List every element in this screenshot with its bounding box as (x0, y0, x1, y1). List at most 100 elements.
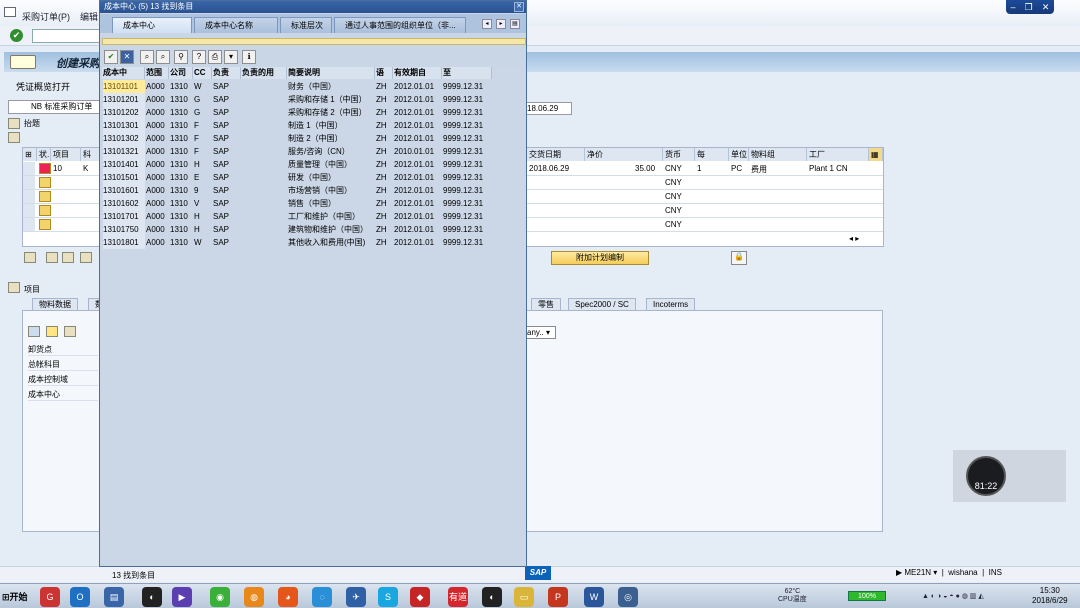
valid-to[interactable]: 9999.12.31 (443, 197, 492, 210)
insert-icon[interactable] (62, 252, 74, 263)
row-selector[interactable] (23, 162, 35, 175)
command-field[interactable] (32, 29, 102, 43)
table-row[interactable]: 13101401 A000 1310 H SAP 质量管理（中国） ZH 2012.01.01… (102, 158, 492, 171)
cc[interactable]: H (194, 223, 212, 236)
tab-scroll-left-icon[interactable]: ◂ (482, 19, 492, 29)
valid-from[interactable]: 2012.01.01 (394, 223, 442, 236)
responsible[interactable]: SAP (213, 80, 241, 93)
distribution-dropdown[interactable]: any.. ▾ (524, 326, 556, 339)
screen-recorder-widget[interactable]: 81:22 (953, 450, 1066, 502)
valid-from[interactable]: 2012.01.01 (394, 171, 442, 184)
price-unit[interactable]: 1 (697, 164, 701, 173)
company[interactable]: 1310 (170, 236, 193, 249)
tab-org-unit[interactable]: 通过人事范围的组织单位（非... (334, 17, 466, 33)
valid-to[interactable]: 9999.12.31 (443, 119, 492, 132)
media-player-icon[interactable]: ▶ (172, 587, 192, 607)
lock-icon[interactable]: 🔒 (731, 251, 747, 265)
restore-icon[interactable]: ❐ (1025, 2, 1033, 13)
plant[interactable]: Plant 1 CN (809, 164, 848, 173)
cost-center-id[interactable]: 13101501 (103, 171, 145, 184)
column-header-currency[interactable]: 货币 (663, 148, 695, 161)
description[interactable]: 研发（中国） (288, 171, 375, 184)
valid-from[interactable]: 2012.01.01 (394, 197, 442, 210)
language[interactable]: ZH (376, 106, 393, 119)
system-clock[interactable]: 15:30 2018/6/29 (1032, 586, 1068, 606)
description[interactable]: 财务（中国） (288, 80, 375, 93)
powerpoint-icon[interactable]: P (548, 587, 568, 607)
table-row[interactable]: 13101602 A000 1310 V SAP 销售（中国） ZH 2012.01.01 99… (102, 197, 492, 210)
language[interactable]: ZH (376, 158, 393, 171)
company[interactable]: 1310 (170, 93, 193, 106)
valid-from[interactable]: 2012.01.01 (394, 80, 442, 93)
col-valid-from[interactable]: 有效期自 (393, 67, 442, 79)
additional-planning-button[interactable]: 附加计划编制 (551, 251, 649, 265)
cc[interactable]: F (194, 145, 212, 158)
company[interactable]: 1310 (170, 171, 193, 184)
col-company[interactable]: 公司 (169, 67, 193, 79)
col-responsible-user[interactable]: 负责的用 (241, 67, 287, 79)
sap-logon-icon[interactable]: ▤ (104, 587, 124, 607)
firefox-icon[interactable]: ◕ (278, 587, 298, 607)
area[interactable]: A000 (146, 158, 169, 171)
valid-to[interactable]: 9999.12.31 (443, 223, 492, 236)
table-row[interactable]: 13101321 A000 1310 F SAP 服务/咨询（CN） ZH 2010.01.0… (102, 145, 492, 158)
column-header-delivery-date[interactable]: 交货日期 (527, 148, 585, 161)
browser-icon[interactable]: ◌ (312, 587, 332, 607)
currency[interactable]: CNY (665, 164, 682, 173)
company[interactable]: 1310 (170, 158, 193, 171)
menu-purchase-order[interactable]: 采购订单(P) (22, 10, 70, 23)
cost-center-id[interactable]: 13101401 (103, 158, 145, 171)
status-transaction[interactable]: ME21N (904, 568, 931, 577)
find-icon[interactable]: ⌕ (140, 50, 154, 64)
cost-center-id[interactable]: 13101801 (103, 236, 145, 249)
valid-from[interactable]: 2012.01.01 (394, 236, 442, 249)
cost-center-id[interactable]: 13101321 (103, 145, 145, 158)
row-selector[interactable] (23, 218, 35, 231)
tab-scroll-right-icon[interactable]: ▸ (496, 19, 506, 29)
column-header-plant[interactable]: 工厂 (807, 148, 869, 161)
valid-to[interactable]: 9999.12.31 (443, 132, 492, 145)
table-row[interactable]: 13101302 A000 1310 F SAP 制造 2（中国） ZH 2012.01.01… (102, 132, 492, 145)
valid-from[interactable]: 2012.01.01 (394, 184, 442, 197)
valid-to[interactable]: 9999.12.31 (443, 80, 492, 93)
menu-edit[interactable]: 编辑 (80, 10, 98, 23)
table-row[interactable]: 13101601 A000 1310 9 SAP 市场营销（中国） ZH 2012.01.01… (102, 184, 492, 197)
cc[interactable]: E (194, 171, 212, 184)
responsible[interactable]: SAP (213, 197, 241, 210)
app-icon-red[interactable]: ◆ (410, 587, 430, 607)
responsible[interactable]: SAP (213, 210, 241, 223)
description[interactable]: 销售（中国） (288, 197, 375, 210)
order-unit[interactable]: PC (731, 164, 742, 173)
responsible[interactable]: SAP (213, 184, 241, 197)
col-cc[interactable]: CC (193, 67, 212, 79)
net-price[interactable]: 35.00 (635, 164, 655, 173)
restrictions-icon[interactable]: ⚲ (174, 50, 188, 64)
cost-center-id[interactable]: 13101750 (103, 223, 145, 236)
sort-up-icon[interactable] (46, 326, 58, 337)
explorer-icon[interactable]: ▭ (514, 587, 534, 607)
language[interactable]: ZH (376, 223, 393, 236)
area[interactable]: A000 (146, 80, 169, 93)
currency[interactable]: CNY (665, 206, 682, 215)
print-dropdown-icon[interactable]: ▾ (224, 50, 238, 64)
company[interactable]: 1310 (170, 210, 193, 223)
help-icon[interactable]: ? (192, 50, 206, 64)
description[interactable]: 服务/咨询（CN） (288, 145, 375, 158)
material-group[interactable]: 费用 (751, 164, 767, 175)
app-icon-bird[interactable]: ✈ (346, 587, 366, 607)
area[interactable]: A000 (146, 106, 169, 119)
area[interactable]: A000 (146, 184, 169, 197)
document-date-field[interactable]: 18.06.29 (524, 102, 572, 115)
description[interactable]: 市场营销（中国） (288, 184, 375, 197)
currency[interactable]: CNY (665, 220, 682, 229)
table-row[interactable]: 13101701 A000 1310 H SAP 工厂和维护（中国） ZH 2012.01.0… (102, 210, 492, 223)
account-grid-icon[interactable] (28, 326, 40, 337)
valid-from[interactable]: 2012.01.01 (394, 93, 442, 106)
app-icon-g[interactable]: G (40, 587, 60, 607)
delete-icon[interactable] (80, 252, 92, 263)
description[interactable]: 采购和存储 1（中国） (288, 93, 375, 106)
table-row[interactable]: 13101202 A000 1310 G SAP 采购和存储 2（中国） ZH 2012.01… (102, 106, 492, 119)
cancel-icon[interactable]: ✕ (120, 50, 134, 64)
column-header-status[interactable]: 状. (37, 148, 51, 161)
company[interactable]: 1310 (170, 223, 193, 236)
